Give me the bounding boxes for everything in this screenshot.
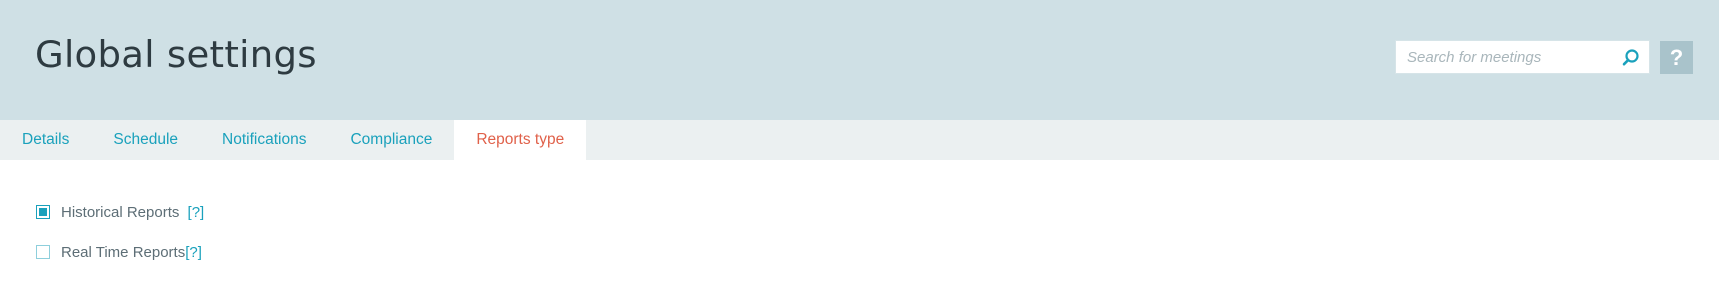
report-type-options: Historical Reports [?] Real Time Reports…	[36, 200, 204, 280]
tab-reports-type[interactable]: Reports type	[454, 120, 587, 160]
tab-schedule[interactable]: Schedule	[91, 120, 200, 160]
historical-reports-label[interactable]: Historical Reports [?]	[61, 204, 204, 221]
real-time-reports-checkbox[interactable]	[36, 245, 50, 259]
historical-reports-text: Historical Reports	[61, 203, 180, 221]
page-title: Global settings	[35, 33, 317, 76]
search-box[interactable]	[1395, 40, 1650, 74]
tab-details[interactable]: Details	[0, 120, 91, 160]
search-input[interactable]	[1396, 41, 1616, 73]
historical-reports-help-link[interactable]: [?]	[188, 204, 205, 221]
real-time-reports-help-link[interactable]: [?]	[185, 244, 202, 261]
tab-notifications[interactable]: Notifications	[200, 120, 328, 160]
historical-reports-option: Historical Reports [?]	[36, 200, 204, 224]
real-time-reports-option: Real Time Reports[?]	[36, 240, 204, 264]
historical-reports-checkbox[interactable]	[36, 205, 50, 219]
search-icon[interactable]	[1621, 48, 1641, 68]
help-button[interactable]: ?	[1660, 41, 1693, 74]
page-header: Global settings ?	[0, 0, 1719, 120]
real-time-reports-label[interactable]: Real Time Reports[?]	[61, 244, 202, 261]
tab-bar: Details Schedule Notifications Complianc…	[0, 120, 1719, 160]
real-time-reports-text: Real Time Reports	[61, 243, 186, 261]
tab-compliance[interactable]: Compliance	[328, 120, 454, 160]
help-icon: ?	[1669, 44, 1684, 70]
